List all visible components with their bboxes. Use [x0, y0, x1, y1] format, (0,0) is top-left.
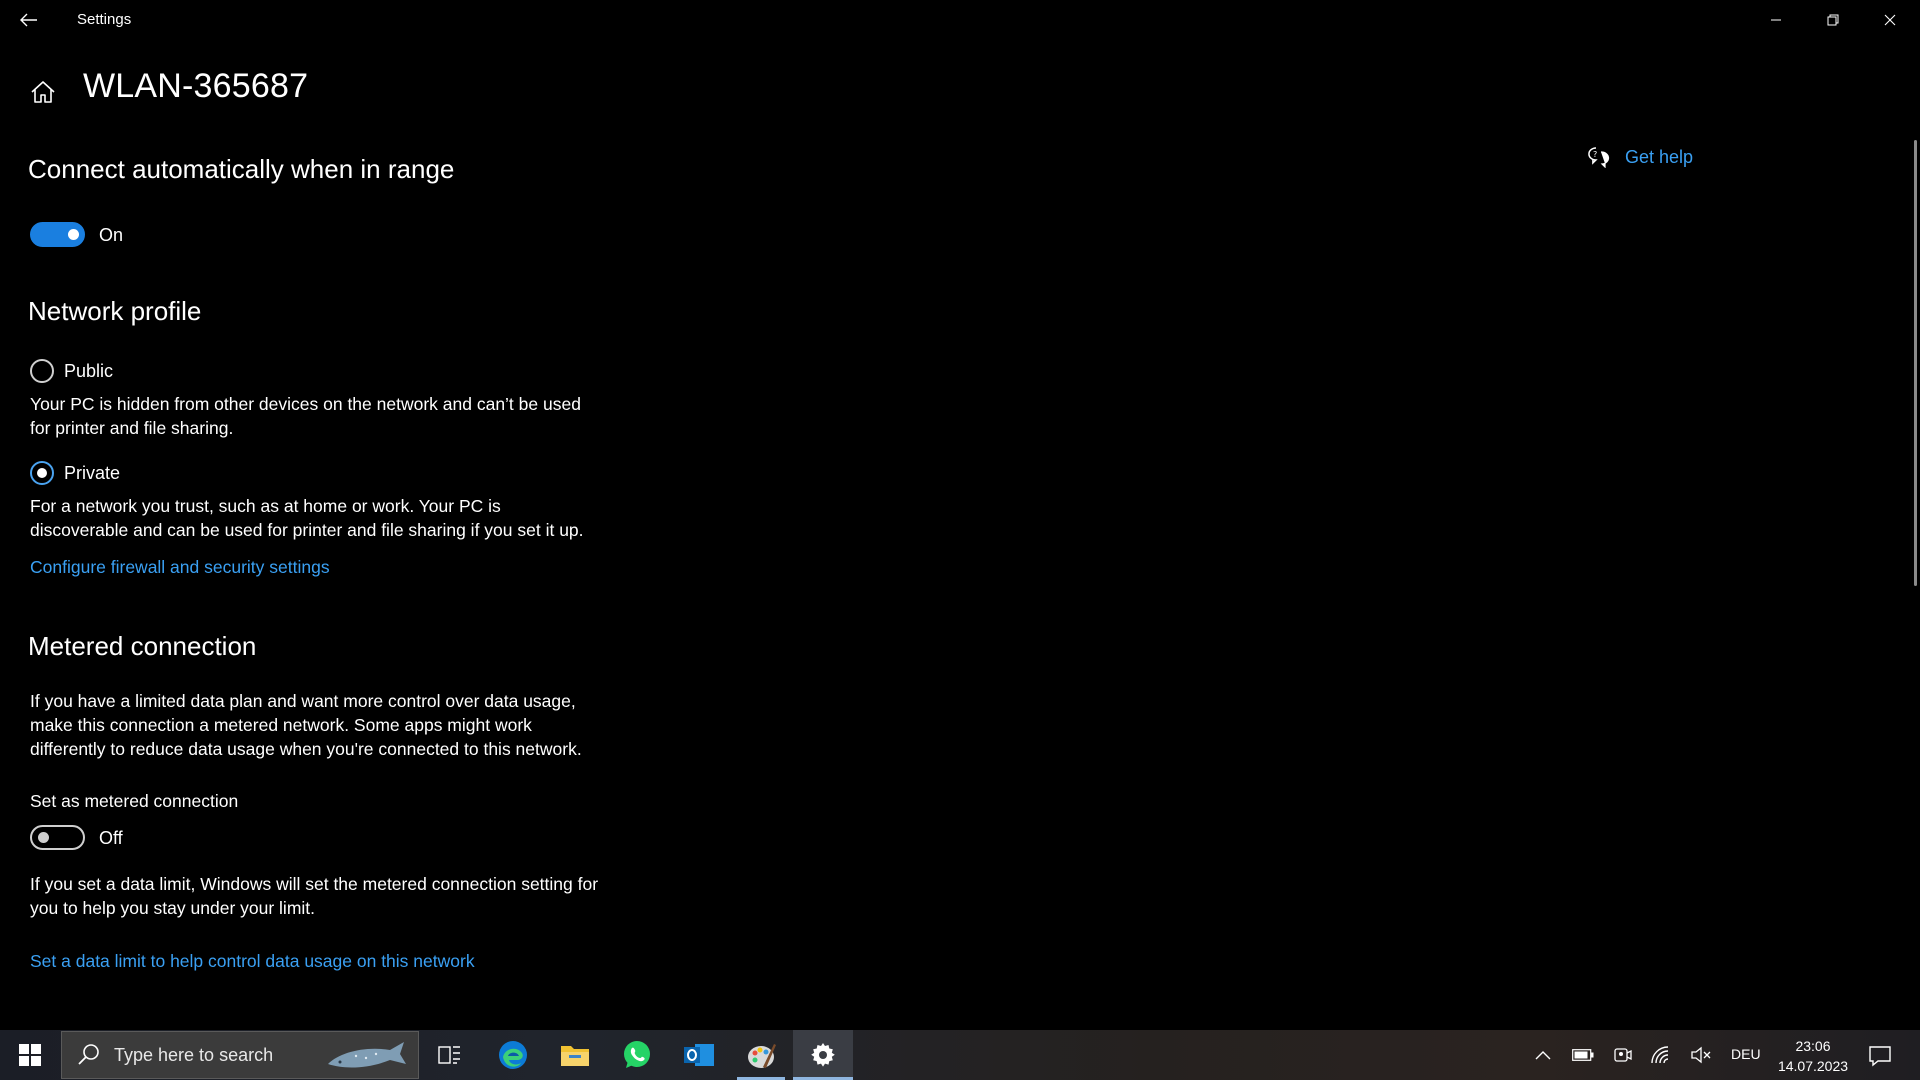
radio-public-label: Public	[64, 360, 114, 381]
clock-date: 14.07.2023	[1777, 1058, 1849, 1074]
battery-tray-button[interactable]	[1570, 1042, 1596, 1068]
battery-icon	[1572, 1049, 1594, 1061]
task-view-icon	[438, 1046, 460, 1064]
set-metered-label: Set as metered connection	[30, 791, 239, 811]
svg-text:?: ?	[1593, 150, 1597, 159]
private-description: For a network you trust, such as at home…	[30, 496, 584, 540]
search-icon	[78, 1044, 99, 1065]
connect-auto-toggle[interactable]	[30, 222, 85, 247]
clock[interactable]: 23:06 14.07.2023	[1772, 1036, 1854, 1076]
title-bar: Settings	[0, 0, 1920, 40]
file-explorer-icon	[561, 1046, 589, 1066]
minimize-button[interactable]	[1748, 0, 1804, 40]
radio-public-circle[interactable]	[30, 359, 54, 383]
volume-tray-button[interactable]	[1688, 1042, 1714, 1068]
show-hidden-icons-button[interactable]	[1530, 1042, 1556, 1068]
metered-state: Off	[99, 828, 123, 848]
public-description: Your PC is hidden from other devices on …	[30, 394, 581, 438]
minimize-icon	[1771, 19, 1781, 21]
chevron-up-icon	[1535, 1051, 1551, 1060]
task-view-button[interactable]	[420, 1030, 480, 1080]
whatsapp-taskbar-button[interactable]	[607, 1030, 667, 1080]
home-button[interactable]	[29, 78, 57, 106]
toggle-knob	[68, 229, 79, 240]
get-help-label: Get help	[1625, 146, 1694, 167]
input-language-indicator[interactable]: DEU	[1731, 1046, 1761, 1062]
toggle-knob	[38, 832, 49, 843]
back-button[interactable]	[10, 4, 48, 36]
outlook-taskbar-button[interactable]	[669, 1030, 729, 1080]
metered-heading: Metered connection	[28, 631, 257, 661]
firewall-settings-link[interactable]: Configure firewall and security settings	[30, 557, 330, 578]
radio-private-label: Private	[64, 462, 121, 483]
back-arrow-icon	[20, 13, 37, 27]
page-title: WLAN-365687	[83, 67, 309, 105]
file-explorer-taskbar-button[interactable]	[545, 1030, 605, 1080]
windows-logo-icon	[19, 1044, 41, 1066]
restore-button[interactable]	[1805, 0, 1861, 40]
wifi-icon	[1651, 1046, 1669, 1064]
metered-toggle[interactable]	[30, 825, 85, 850]
metered-description: If you have a limited data plan and want…	[30, 691, 582, 759]
close-icon	[1884, 14, 1896, 26]
chat-help-icon: ?	[1588, 147, 1610, 168]
clock-time: 23:06	[1795, 1038, 1831, 1054]
action-center-button[interactable]	[1866, 1042, 1894, 1070]
radio-public[interactable]: Public	[30, 359, 113, 383]
home-icon	[31, 81, 55, 103]
connect-auto-state: On	[99, 225, 124, 245]
start-button[interactable]	[0, 1030, 60, 1080]
search-placeholder: Type here to search	[114, 1044, 274, 1065]
meet-now-tray-button[interactable]	[1610, 1042, 1636, 1068]
paint-icon	[748, 1044, 776, 1068]
radio-private[interactable]: Private	[30, 461, 120, 485]
network-profile-heading: Network profile	[28, 296, 202, 326]
notifications-icon	[1869, 1046, 1891, 1067]
edge-taskbar-button[interactable]	[483, 1030, 543, 1080]
radio-private-circle[interactable]	[30, 461, 54, 485]
whatsapp-icon	[624, 1041, 650, 1068]
paint-taskbar-button[interactable]	[731, 1030, 791, 1080]
taskbar-search-box[interactable]: Type here to search	[61, 1031, 419, 1079]
edge-icon	[499, 1041, 527, 1069]
meet-now-icon	[1614, 1048, 1632, 1062]
vertical-scrollbar[interactable]	[1914, 140, 1917, 586]
get-help-link[interactable]: ? Get help	[1587, 146, 1693, 168]
restore-icon	[1827, 14, 1839, 26]
data-limit-link[interactable]: Set a data limit to help control data us…	[30, 951, 475, 972]
connect-auto-heading: Connect automatically when in range	[28, 154, 455, 184]
network-tray-button[interactable]	[1648, 1042, 1674, 1068]
window-title: Settings	[77, 11, 132, 28]
close-button[interactable]	[1862, 0, 1918, 40]
settings-gear-icon	[811, 1043, 835, 1067]
settings-taskbar-button[interactable]	[793, 1030, 853, 1080]
outlook-icon	[684, 1044, 714, 1066]
taskbar: Type here to search DEU 23:06 14.07.2023	[0, 1030, 1920, 1080]
data-limit-description: If you set a data limit, Windows will se…	[30, 874, 599, 918]
volume-muted-icon	[1691, 1046, 1711, 1064]
whale-shark-search-highlight-icon	[328, 1042, 406, 1068]
